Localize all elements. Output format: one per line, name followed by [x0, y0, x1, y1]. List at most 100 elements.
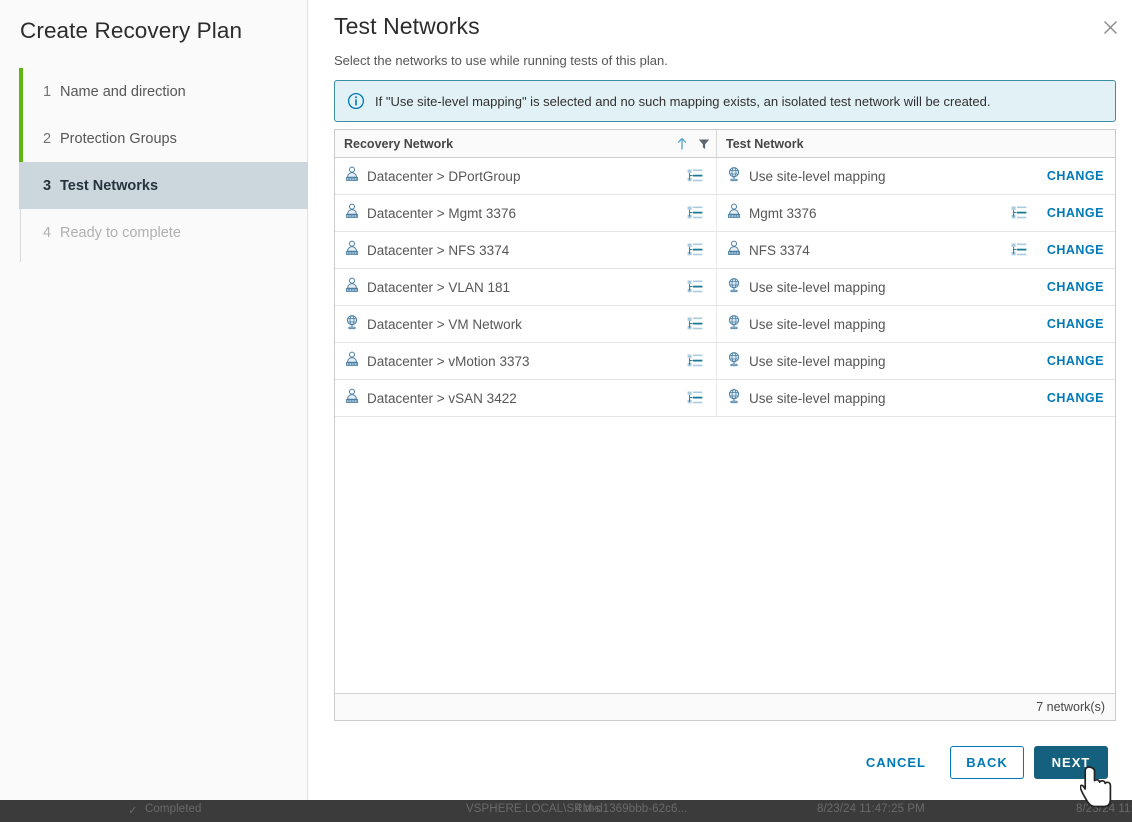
test-network-name: Use site-level mapping [749, 317, 886, 332]
recovery-network-name: Datacenter > VLAN 181 [367, 280, 510, 295]
background-task-bar: ✓ Completed VSPHERE.LOCAL\SRM-d1369bbb-6… [0, 800, 1132, 822]
sort-ascending-icon[interactable] [676, 137, 688, 151]
cell-test-network: Mgmt 3376CHANGE [716, 195, 1115, 231]
datagrid-body: Datacenter > DPortGroup Use site-level ma… [335, 158, 1115, 693]
page-subtitle: Select the networks to use while running… [334, 53, 668, 68]
background-task-end-time: 8/23/24 11:47:25 [1076, 803, 1132, 815]
distributed-port-group-icon [344, 240, 360, 261]
distributed-port-group-icon [344, 203, 360, 224]
hierarchy-icon[interactable] [687, 245, 703, 262]
recovery-network-name: Datacenter > vSAN 3422 [367, 391, 517, 406]
distributed-port-group-icon [726, 240, 742, 261]
wizard-step-test-networks[interactable]: 3 Test Networks [19, 162, 308, 209]
wizard-step-protection-groups[interactable]: 2 Protection Groups [19, 115, 308, 162]
table-row[interactable]: Datacenter > VLAN 181 Use site-level mapp… [335, 269, 1115, 306]
step-label: Test Networks [60, 178, 158, 194]
distributed-port-group-icon [726, 203, 742, 224]
change-button[interactable]: CHANGE [1047, 280, 1104, 294]
cell-test-network: Use site-level mappingCHANGE [716, 343, 1115, 379]
hierarchy-icon[interactable] [687, 356, 703, 373]
datagrid-header: Recovery Network [335, 130, 1115, 158]
filter-icon[interactable] [698, 138, 710, 150]
info-circle-icon [347, 92, 365, 110]
app-root: ✓ Completed VSPHERE.LOCAL\SRM-d1369bbb-6… [0, 0, 1132, 822]
standard-network-icon [726, 351, 742, 372]
wizard-sidebar: Create Recovery Plan 1 Name and directio… [0, 0, 308, 800]
column-label: Test Network [726, 137, 804, 151]
table-row[interactable]: Datacenter > vSAN 3422 Use site-level map… [335, 380, 1115, 417]
cell-recovery-network: Datacenter > vSAN 3422 [335, 380, 716, 416]
change-button[interactable]: CHANGE [1047, 391, 1104, 405]
cell-recovery-network: Datacenter > VLAN 181 [335, 269, 716, 305]
table-row[interactable]: Datacenter > Mgmt 3376 Mgmt 3376CHANGE [335, 195, 1115, 232]
cell-test-network: NFS 3374 CHANGE [716, 232, 1115, 268]
standard-network-icon [726, 166, 742, 187]
info-alert-text: If "Use site-level mapping" is selected … [375, 94, 991, 109]
next-button[interactable]: NEXT [1034, 746, 1108, 779]
cell-recovery-network: Datacenter > Mgmt 3376 [335, 195, 716, 231]
column-label: Recovery Network [344, 137, 453, 151]
wizard-content: Test Networks Select the networks to use… [308, 0, 1132, 800]
cell-recovery-network: Datacenter > DPortGroup [335, 158, 716, 194]
step-number: 2 [43, 131, 60, 147]
page-title: Test Networks [334, 13, 480, 40]
cell-test-network: Use site-level mappingCHANGE [716, 158, 1115, 194]
recovery-network-name: Datacenter > VM Network [367, 317, 522, 332]
change-button[interactable]: CHANGE [1047, 243, 1104, 257]
hierarchy-icon[interactable] [687, 282, 703, 299]
distributed-port-group-icon [344, 166, 360, 187]
standard-network-icon [344, 314, 360, 335]
cell-test-network: Use site-level mappingCHANGE [716, 269, 1115, 305]
step-label: Name and direction [60, 84, 186, 100]
cell-recovery-network: Datacenter > VM Network [335, 306, 716, 342]
hierarchy-icon[interactable] [687, 208, 703, 225]
recovery-network-name: Datacenter > DPortGroup [367, 169, 520, 184]
step-label: Ready to complete [60, 225, 181, 241]
test-network-name: Use site-level mapping [749, 391, 886, 406]
standard-network-icon [726, 314, 742, 335]
table-row[interactable]: Datacenter > NFS 3374 NFS 3374 CHANGE [335, 232, 1115, 269]
distributed-port-group-icon [344, 388, 360, 409]
back-button[interactable]: BACK [950, 746, 1024, 779]
table-row[interactable]: Datacenter > vMotion 3373 Use site-level … [335, 343, 1115, 380]
network-count: 7 network(s) [1036, 700, 1105, 714]
table-row[interactable]: Datacenter > DPortGroup Use site-level ma… [335, 158, 1115, 195]
create-recovery-plan-modal: Create Recovery Plan 1 Name and directio… [0, 0, 1132, 800]
wizard-step-name-and-direction[interactable]: 1 Name and direction [19, 68, 308, 115]
step-number: 4 [43, 225, 60, 241]
cell-test-network: Use site-level mapping CHANGE [716, 380, 1115, 416]
background-task-start-time: 8/23/24 11:47:25 PM [817, 803, 925, 815]
close-icon[interactable] [1096, 13, 1124, 41]
standard-network-icon [726, 388, 742, 409]
change-button[interactable]: CHANGE [1047, 206, 1104, 220]
hierarchy-icon[interactable] [1011, 245, 1027, 262]
distributed-port-group-icon [344, 277, 360, 298]
change-button[interactable]: CHANGE [1047, 317, 1104, 331]
change-button[interactable]: CHANGE [1047, 354, 1104, 368]
table-row[interactable]: Datacenter > VM Network Use site-level ma… [335, 306, 1115, 343]
cell-recovery-network: Datacenter > vMotion 3373 [335, 343, 716, 379]
recovery-network-name: Datacenter > Mgmt 3376 [367, 206, 516, 221]
step-number: 1 [43, 84, 60, 100]
wizard-title: Create Recovery Plan [20, 18, 242, 44]
info-alert: If "Use site-level mapping" is selected … [334, 80, 1116, 122]
distributed-port-group-icon [344, 351, 360, 372]
hierarchy-icon[interactable] [1011, 208, 1027, 225]
column-header-recovery-network[interactable]: Recovery Network [335, 130, 716, 157]
test-network-name: NFS 3374 [749, 243, 810, 258]
cell-test-network: Use site-level mapping CHANGE [716, 306, 1115, 342]
column-header-test-network[interactable]: Test Network [716, 130, 1115, 157]
step-number: 3 [43, 178, 60, 194]
cancel-button[interactable]: CANCEL [852, 746, 940, 779]
column-header-controls [676, 130, 710, 157]
networks-datagrid: Recovery Network [334, 129, 1116, 721]
recovery-network-name: Datacenter > vMotion 3373 [367, 354, 529, 369]
wizard-steps: 1 Name and direction 2 Protection Groups… [19, 68, 308, 256]
hierarchy-icon[interactable] [687, 393, 703, 410]
background-task-status: Completed [145, 803, 202, 815]
hierarchy-icon[interactable] [687, 319, 703, 336]
recovery-network-name: Datacenter > NFS 3374 [367, 243, 509, 258]
wizard-step-ready-to-complete: 4 Ready to complete [19, 209, 308, 256]
hierarchy-icon[interactable] [687, 171, 703, 188]
change-button[interactable]: CHANGE [1047, 169, 1104, 183]
